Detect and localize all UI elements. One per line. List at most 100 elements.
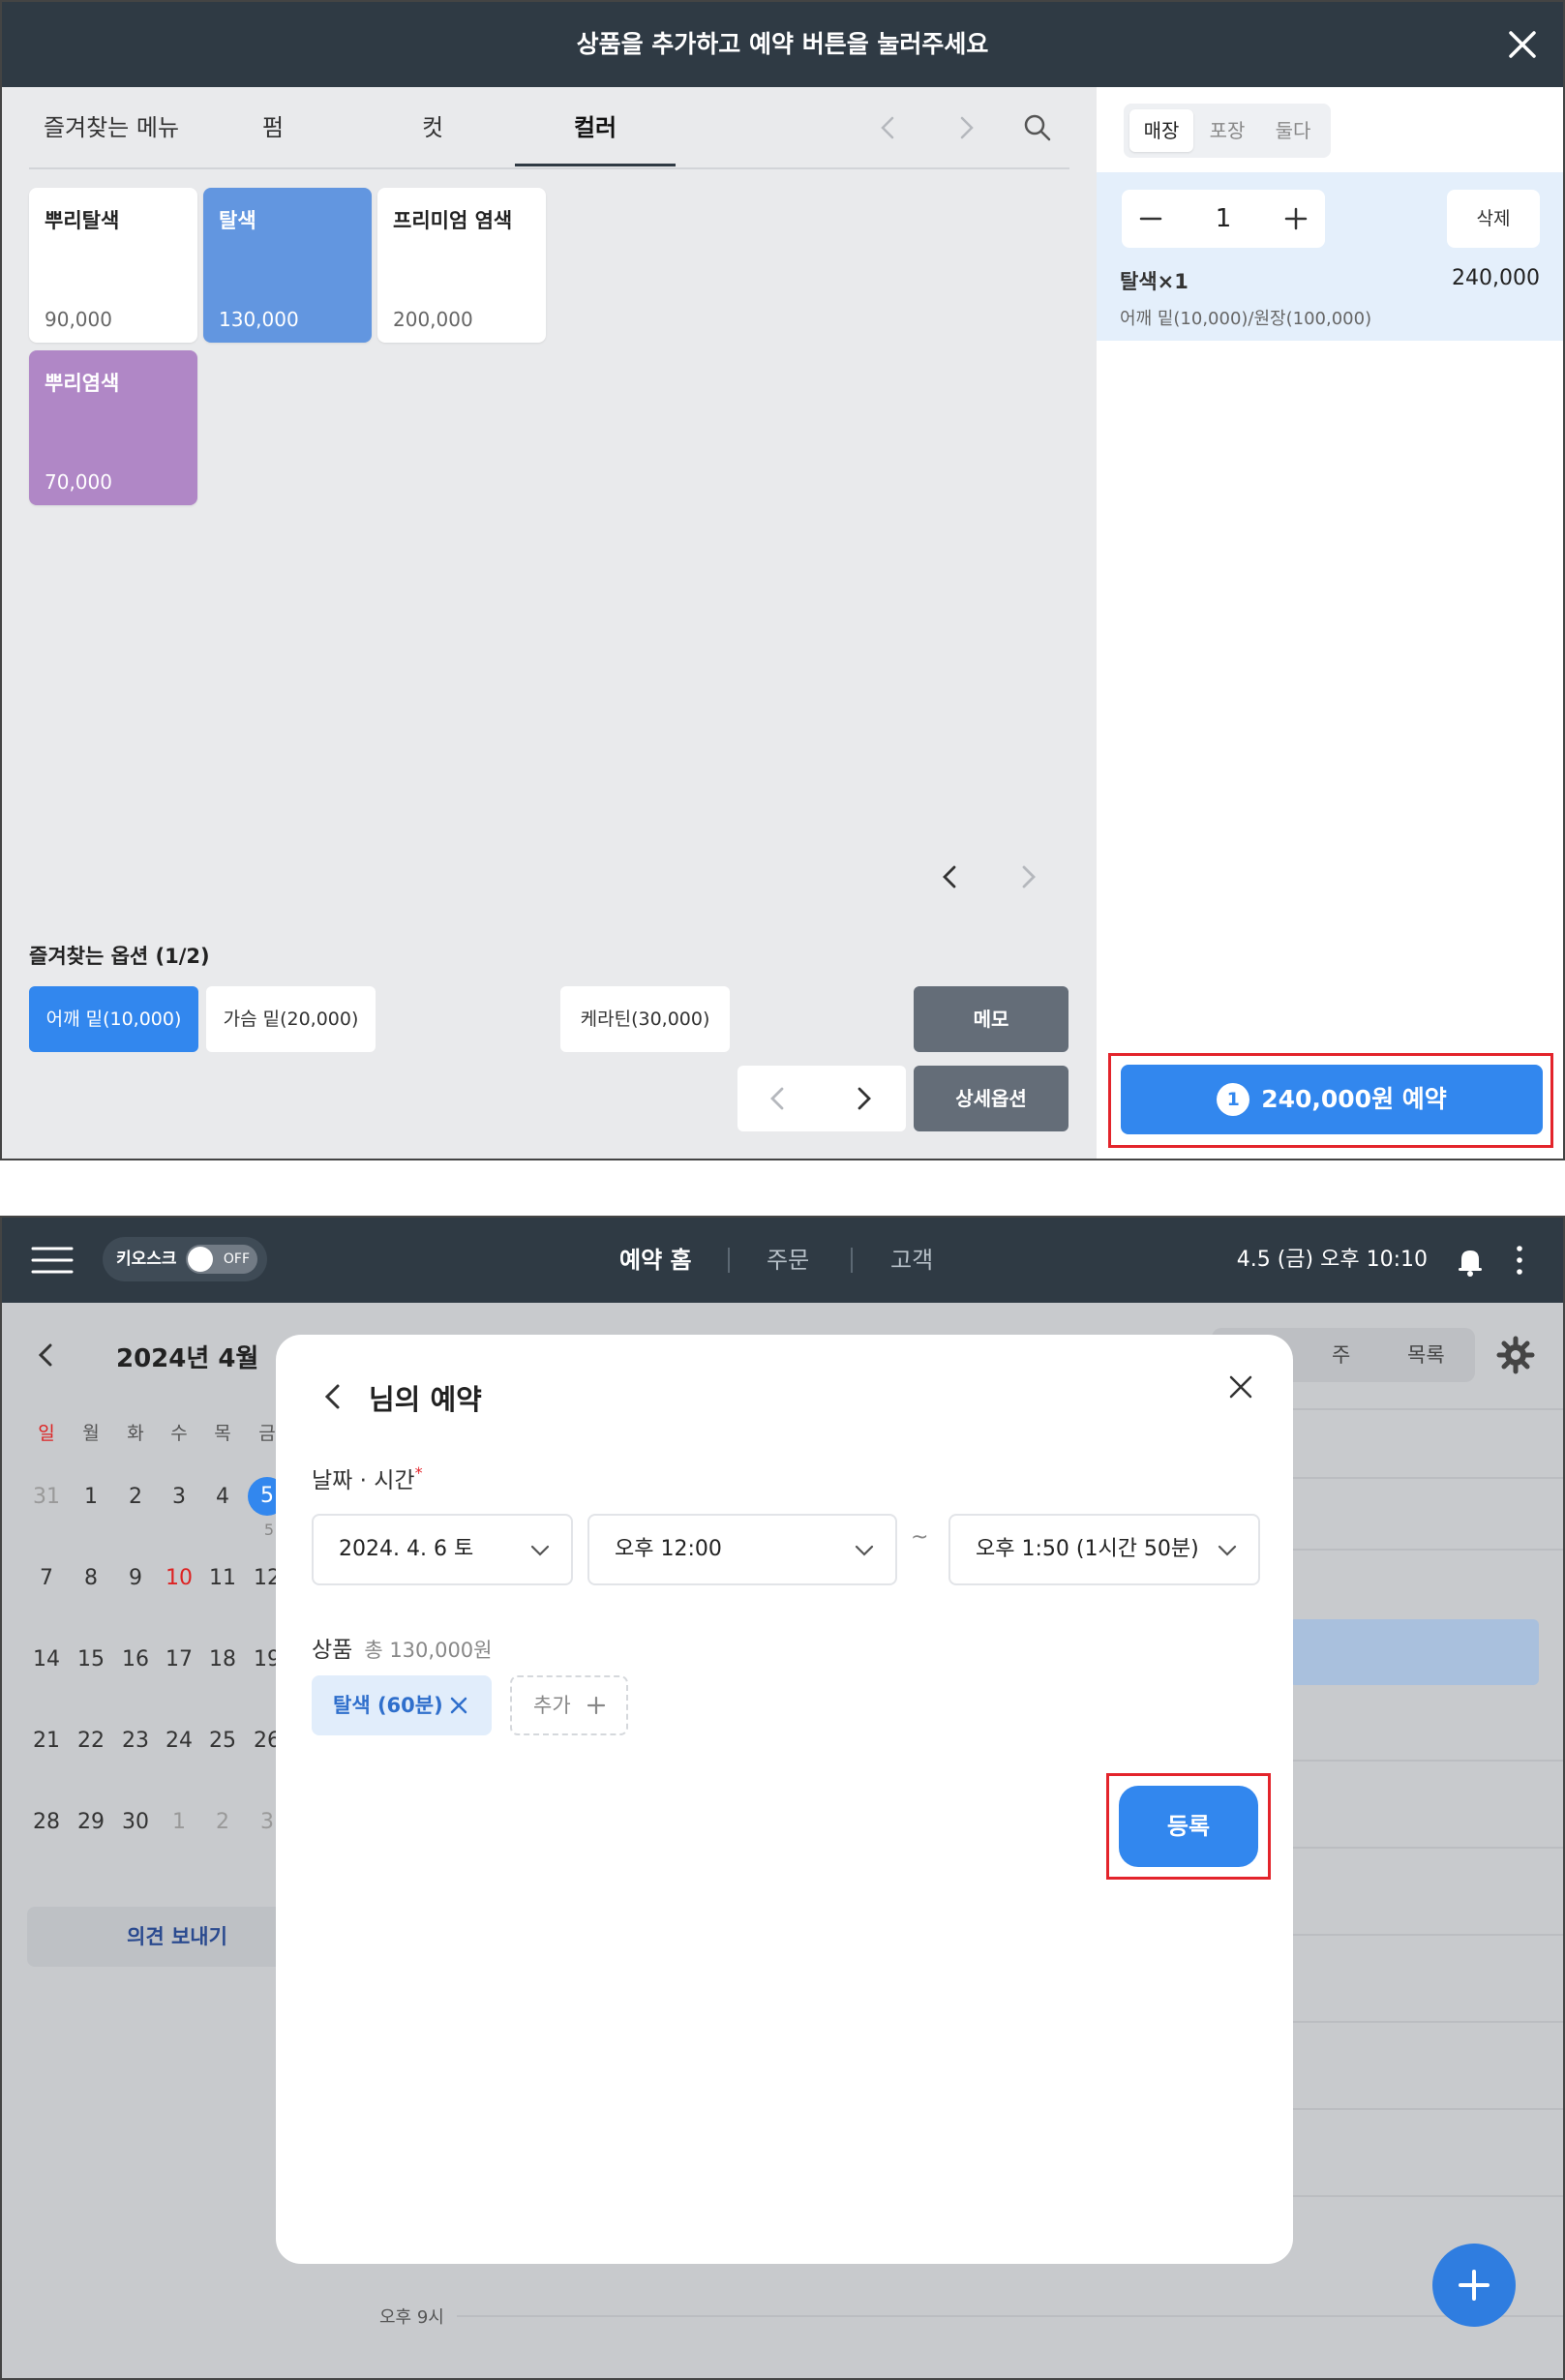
calendar-day[interactable]: 8 (70, 1566, 112, 1590)
tab-favorites[interactable]: 즐겨찾는 메뉴 (29, 87, 194, 168)
calendar-month: 2024년 4월 (116, 1344, 259, 1373)
calendar-day[interactable]: 30 (114, 1810, 157, 1834)
app-header: 키오스크 OFF 예약 홈 주문 고객 4.5 (금) 오후 10:10 (2, 1218, 1563, 1303)
kiosk-toggle[interactable]: 키오스크 OFF (103, 1237, 267, 1281)
option-keratin[interactable]: 케라틴(30,000) (560, 986, 730, 1052)
calendar-day[interactable]: 16 (114, 1647, 157, 1672)
product-card[interactable]: 뿌리염색 70,000 (29, 350, 197, 505)
calendar-day[interactable]: 3 (158, 1485, 200, 1509)
calendar-day[interactable]: 1 (70, 1485, 112, 1509)
product-chip: 탈색 (60분) (312, 1675, 492, 1735)
option-chest[interactable]: 가슴 밑(20,000) (206, 986, 376, 1052)
add-reservation-button[interactable] (1432, 2244, 1516, 2327)
products-next-icon[interactable] (1008, 858, 1047, 896)
modal-title: 님의 예약 (369, 1383, 482, 1416)
close-icon[interactable] (1501, 23, 1544, 66)
calendar-day[interactable]: 25 (201, 1729, 244, 1753)
gear-icon[interactable] (1494, 1334, 1537, 1376)
calendar-day[interactable]: 29 (70, 1810, 112, 1834)
schedule-gridline (1289, 2021, 1563, 2023)
schedule-gridline (1289, 1934, 1563, 1936)
order-type-dine-in[interactable]: 매장 (1129, 109, 1193, 152)
calendar-day[interactable]: 18 (201, 1647, 244, 1672)
calendar-day[interactable]: 28 (25, 1810, 68, 1834)
cart-item-options: 어깨 밑(10,000)/원장(100,000) (1120, 309, 1372, 329)
options-prev-icon[interactable] (759, 1079, 798, 1118)
calendar-day[interactable]: 22 (70, 1729, 112, 1753)
delete-button[interactable]: 삭제 (1447, 190, 1540, 248)
kiosk-switch[interactable]: OFF (186, 1245, 257, 1274)
calendar-day[interactable]: 7 (25, 1566, 68, 1590)
calendar-day[interactable]: 23 (114, 1729, 157, 1753)
start-time-value: 오후 12:00 (615, 1537, 722, 1561)
calendar-day[interactable]: 1 (158, 1810, 200, 1834)
back-icon[interactable] (318, 1381, 349, 1412)
chevron-down-icon (1218, 1545, 1237, 1556)
remove-icon[interactable] (447, 1694, 470, 1717)
order-type-toggle: 매장 포장 둘다 (1124, 104, 1331, 158)
calendar-day[interactable]: 17 (158, 1647, 200, 1672)
bell-icon[interactable] (1452, 1243, 1489, 1280)
nav-divider (851, 1248, 853, 1273)
products-prev-icon[interactable] (931, 858, 970, 896)
schedule-gridline (1289, 1477, 1563, 1479)
chevron-down-icon (530, 1545, 550, 1556)
schedule-gridline (1289, 1760, 1563, 1762)
view-list[interactable]: 목록 (1407, 1328, 1445, 1382)
calendar-day[interactable]: 15 (70, 1647, 112, 1672)
end-time-select[interactable]: 오후 1:50 (1시간 50분) (948, 1514, 1260, 1585)
calendar-prev-icon[interactable] (29, 1338, 64, 1372)
tabs-next-icon[interactable] (947, 108, 985, 147)
reservation-block[interactable] (1289, 1619, 1539, 1685)
product-label-text: 상품 (312, 1638, 353, 1663)
calendar-day[interactable]: 2 (114, 1485, 157, 1509)
tab-perm[interactable]: 펌 (234, 87, 312, 168)
view-week[interactable]: 주 (1332, 1328, 1350, 1382)
tabs-prev-icon[interactable] (869, 108, 908, 147)
product-selection-panel: 상품을 추가하고 예약 버튼을 눌러주세요 즐겨찾는 메뉴 펌 컷 컬러 뿌리탈… (0, 0, 1565, 1160)
detail-options-button[interactable]: 상세옵션 (914, 1066, 1068, 1131)
order-type-takeout[interactable]: 포장 (1195, 109, 1259, 152)
order-type-both[interactable]: 둘다 (1261, 109, 1325, 152)
options-next-icon[interactable] (844, 1079, 883, 1118)
product-name: 뿌리탈색 (45, 209, 120, 232)
calendar-day[interactable]: 24 (158, 1729, 200, 1753)
product-price: 70,000 (45, 470, 112, 494)
calendar-day[interactable]: 10 (158, 1566, 200, 1590)
add-product-button[interactable]: 추가 (510, 1675, 628, 1735)
close-icon[interactable] (1225, 1371, 1256, 1402)
option-shoulder[interactable]: 어깨 밑(10,000) (29, 986, 198, 1052)
nav-customers[interactable]: 고객 (890, 1218, 933, 1303)
weekday-label: 목 (214, 1423, 231, 1444)
cart-item-price: 240,000 (1452, 266, 1540, 290)
calendar-day[interactable]: 21 (25, 1729, 68, 1753)
datetime-label: 날짜 · 시간* (312, 1461, 423, 1494)
cart-item: 1 삭제 탈색×1 240,000 어깨 밑(10,000)/원장(100,00… (1097, 172, 1563, 341)
tab-cut[interactable]: 컷 (394, 87, 471, 168)
calendar-day[interactable]: 11 (201, 1566, 244, 1590)
memo-button[interactable]: 메모 (914, 986, 1068, 1052)
calendar-day[interactable]: 31 (25, 1485, 68, 1509)
calendar-day[interactable]: 9 (114, 1566, 157, 1590)
schedule-gridline (1289, 1408, 1563, 1410)
calendar-day[interactable]: 2 (201, 1810, 244, 1834)
more-options-icon[interactable] (1512, 1243, 1527, 1278)
search-icon[interactable] (1018, 108, 1057, 147)
plus-icon[interactable] (1280, 203, 1311, 234)
tabs-divider (29, 167, 1069, 169)
nav-orders[interactable]: 주문 (767, 1218, 809, 1303)
product-card-selected[interactable]: 탈색 130,000 (203, 188, 372, 343)
calendar-day[interactable]: 4 (201, 1485, 244, 1509)
date-select[interactable]: 2024. 4. 6 토 (312, 1514, 573, 1585)
favorite-options-title: 즐겨찾는 옵션 (1/2) (29, 945, 210, 968)
hamburger-menu-icon[interactable] (31, 1245, 74, 1276)
tab-color[interactable]: 컬러 (515, 87, 676, 168)
nav-reservation-home[interactable]: 예약 홈 (619, 1218, 692, 1303)
product-card[interactable]: 프리미엄 염색 200,000 (377, 188, 546, 343)
header-title: 상품을 추가하고 예약 버튼을 눌러주세요 (576, 30, 989, 58)
weekday-label: 월 (82, 1423, 100, 1444)
product-card[interactable]: 뿌리탈색 90,000 (29, 188, 197, 343)
calendar-day[interactable]: 14 (25, 1647, 68, 1672)
start-time-select[interactable]: 오후 12:00 (587, 1514, 897, 1585)
panel-header: 상품을 추가하고 예약 버튼을 눌러주세요 (2, 2, 1563, 87)
